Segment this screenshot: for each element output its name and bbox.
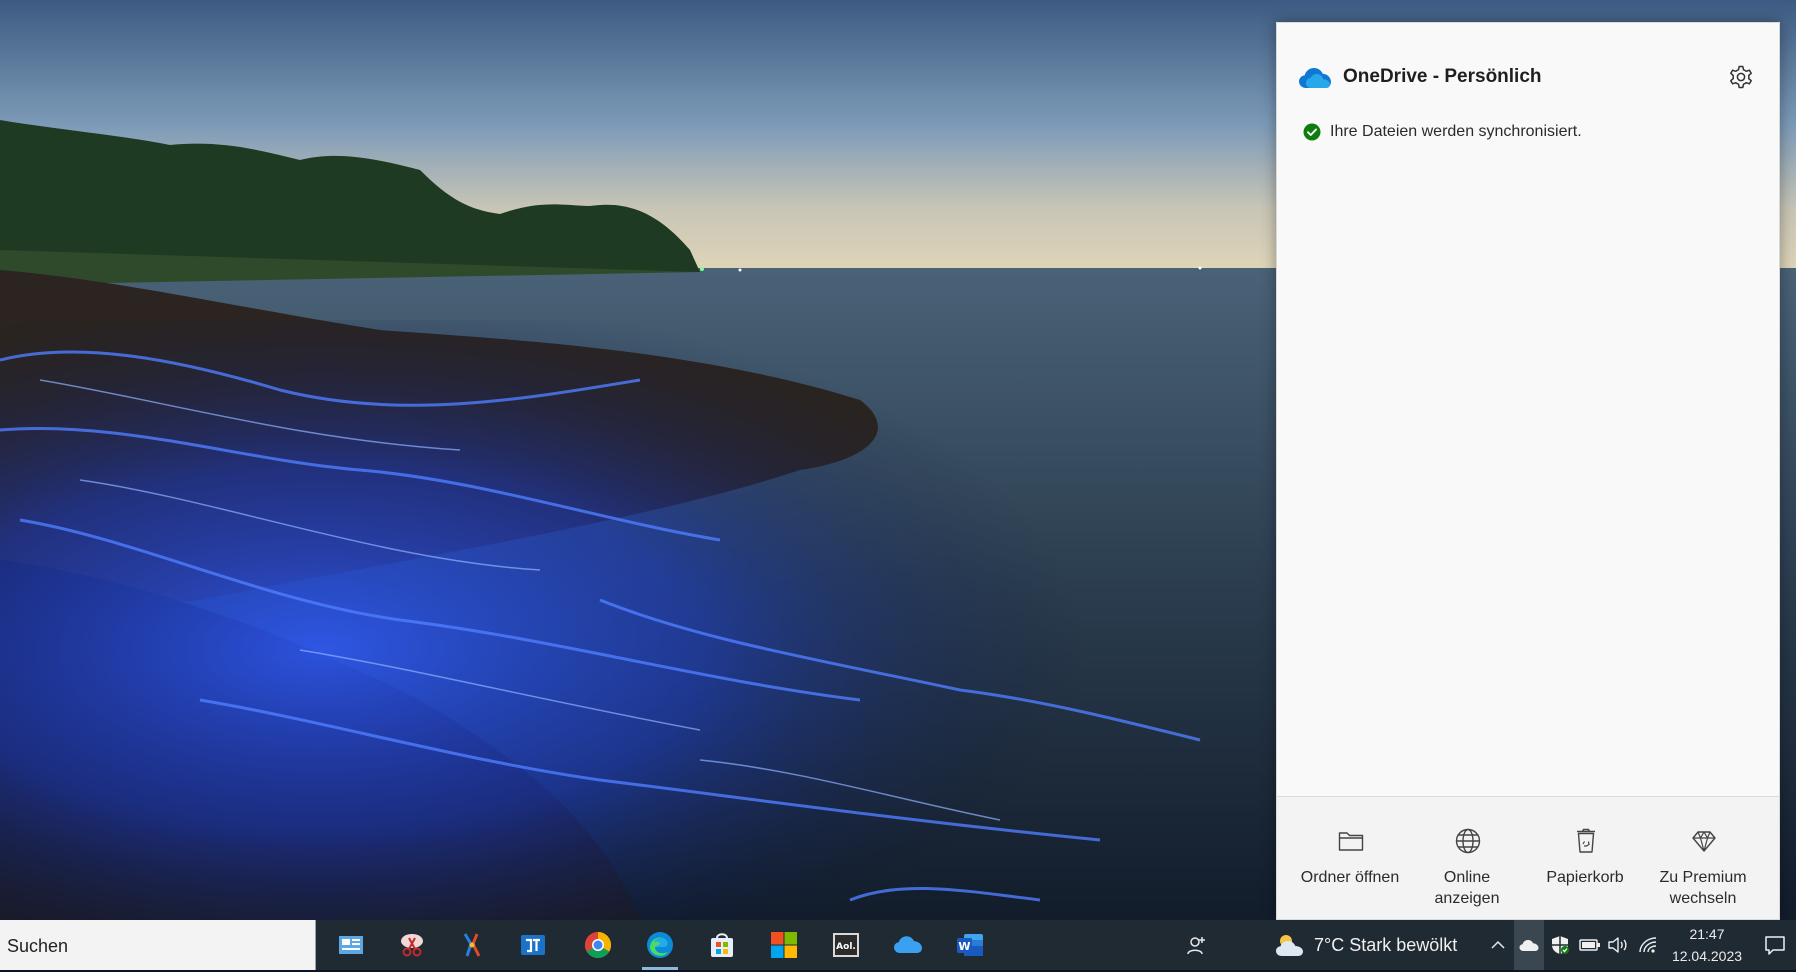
word-button[interactable]: W — [942, 920, 998, 970]
flyout-header: OneDrive - Persönlich — [1299, 59, 1759, 99]
store-button[interactable] — [694, 920, 750, 970]
folder-icon — [1338, 832, 1364, 851]
chevron-up-icon — [1491, 940, 1505, 949]
view-online-label: Online anzeigen — [1408, 867, 1526, 909]
wifi-icon — [1639, 937, 1657, 953]
weather-text: 7°C Stark bewölkt — [1314, 934, 1458, 955]
recycle-bin-label: Papierkorb — [1546, 869, 1624, 886]
snipping-tool-button[interactable] — [384, 920, 440, 970]
outlook-like-app-icon — [521, 935, 545, 955]
view-online-label-line1: Online — [1443, 869, 1491, 886]
onedrive-taskbar-button[interactable] — [880, 920, 936, 970]
recycle-bin-icon — [1577, 828, 1595, 853]
aol-button[interactable]: Aol. — [818, 920, 874, 970]
microsoft-icon — [771, 932, 797, 958]
edge-icon — [647, 932, 673, 958]
edge-button[interactable] — [632, 920, 688, 970]
show-hidden-icons-button[interactable] — [1484, 920, 1512, 970]
snipping-tool-icon — [401, 934, 423, 957]
open-folder-label: Ordner öffnen — [1300, 869, 1400, 886]
svg-text:W: W — [958, 940, 970, 953]
onedrive-tray-button[interactable] — [1514, 920, 1544, 970]
network-button[interactable] — [1634, 920, 1662, 970]
recycle-bin-button[interactable]: Papierkorb — [1526, 797, 1644, 919]
search-input[interactable] — [0, 920, 309, 972]
mail-app-button[interactable] — [505, 920, 561, 970]
microsoft-button[interactable] — [756, 920, 812, 970]
clock-time: 21:47 — [1689, 926, 1725, 942]
weather-button[interactable] — [1272, 920, 1308, 970]
notification-icon — [1765, 936, 1785, 955]
flyout-footer: Ordner öffnen Online anzeigen Papierkorb — [1277, 796, 1779, 919]
word-icon: W — [957, 934, 983, 956]
battery-button[interactable] — [1576, 920, 1604, 970]
open-folder-button[interactable]: Ordner öffnen — [1291, 797, 1409, 919]
onedrive-cloud-icon — [1299, 68, 1331, 88]
view-online-label-line2: anzeigen — [1434, 890, 1500, 907]
cloudy-weather-icon — [1276, 935, 1303, 956]
volume-button[interactable] — [1604, 920, 1632, 970]
news-app-button[interactable] — [323, 920, 379, 970]
paint-app-icon — [463, 933, 481, 957]
shield-icon — [1552, 936, 1569, 954]
sync-status-text: Ihre Dateien werden synchronisiert. — [1330, 123, 1582, 140]
people-button[interactable] — [1180, 920, 1214, 970]
premium-label-line1: Zu Premium — [1659, 869, 1747, 886]
globe-icon — [1455, 828, 1481, 854]
checkmark-circle-icon — [1303, 123, 1321, 141]
settings-button[interactable] — [1723, 59, 1759, 95]
notification-center-button[interactable] — [1758, 920, 1792, 970]
view-online-button[interactable]: Online anzeigen — [1408, 797, 1526, 919]
store-icon — [711, 933, 733, 957]
people-icon — [1187, 937, 1205, 955]
onedrive-icon — [894, 936, 922, 953]
clock[interactable]: 21:47 12.04.2023 — [1662, 920, 1752, 970]
premium-label: Zu Premium wechseln — [1644, 867, 1762, 909]
chrome-button[interactable] — [570, 920, 626, 970]
flyout-title: OneDrive - Persönlich — [1343, 66, 1542, 87]
chrome-icon — [584, 931, 612, 959]
news-app-icon — [339, 936, 363, 954]
security-tray-button[interactable] — [1546, 920, 1574, 970]
sync-status: Ihre Dateien werden synchronisiert. — [1303, 121, 1582, 143]
speaker-icon — [1608, 937, 1627, 953]
onedrive-tray-icon — [1519, 940, 1539, 951]
aol-icon: Aol. — [833, 933, 859, 957]
onedrive-flyout: OneDrive - Persönlich Ihre Dateien werde… — [1276, 22, 1780, 920]
battery-icon — [1579, 939, 1600, 951]
paint-tool-button[interactable] — [444, 920, 500, 970]
diamond-icon — [1692, 831, 1716, 852]
premium-label-line2: wechseln — [1669, 890, 1737, 907]
search-box[interactable] — [0, 920, 316, 972]
premium-button[interactable]: Zu Premium wechseln — [1644, 797, 1762, 919]
taskbar: Aol. W 7°C Stark bewölkt — [0, 920, 1796, 972]
svg-text:Aol.: Aol. — [836, 942, 856, 952]
clock-date: 12.04.2023 — [1671, 948, 1743, 964]
gear-icon — [1730, 65, 1752, 89]
weather-info[interactable]: 7°C Stark bewölkt — [1314, 920, 1464, 970]
